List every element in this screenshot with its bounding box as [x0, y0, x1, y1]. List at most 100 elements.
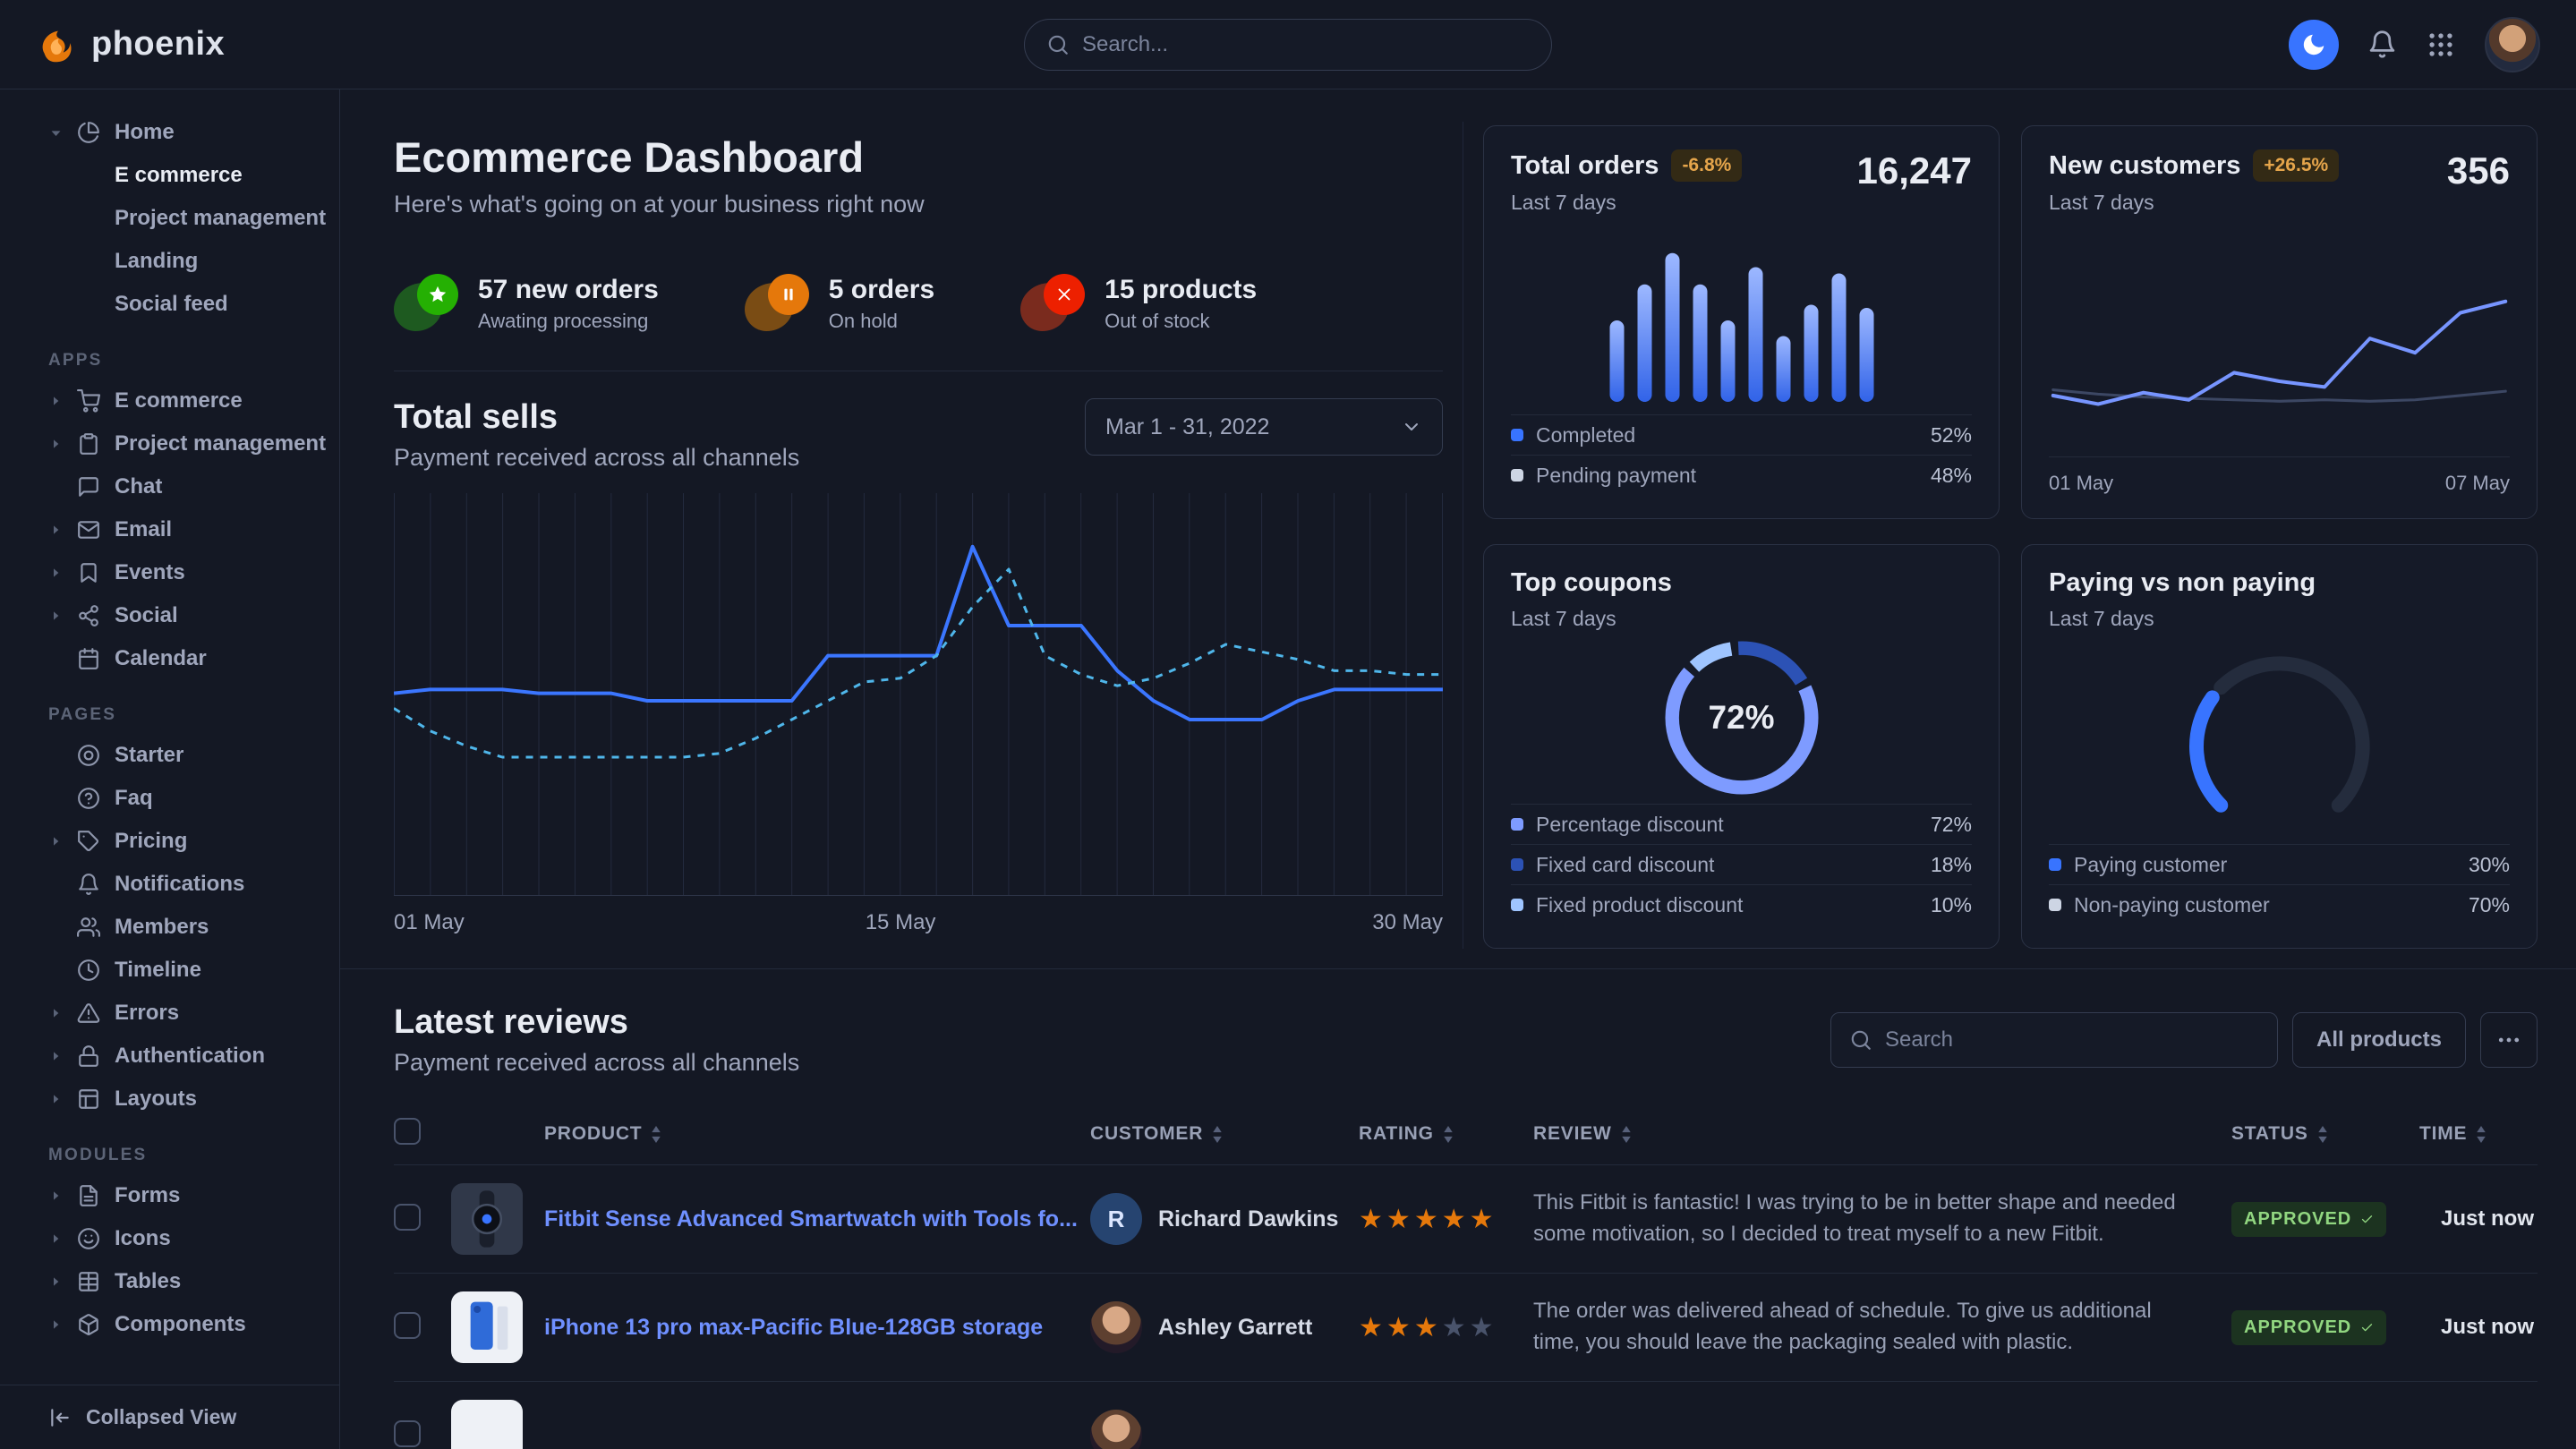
x-label-end: 30 May [1372, 910, 1443, 939]
column-header-product[interactable]: PRODUCT [544, 1123, 661, 1145]
column-header-review[interactable]: REVIEW [1533, 1123, 1632, 1145]
layout-icon [77, 1087, 100, 1111]
pie-icon [77, 121, 100, 144]
clipboard-icon [77, 432, 100, 456]
sidebar-item-tables[interactable]: Tables [0, 1260, 339, 1303]
legend-value: 70% [2469, 893, 2510, 917]
sidebar-item-social[interactable]: Social [0, 594, 339, 637]
total-orders-legend: Completed52% Pending payment 48% [1511, 414, 1972, 495]
star-badge-icon [394, 274, 458, 333]
product-link[interactable]: Fitbit Sense Advanced Smartwatch with To… [544, 1206, 1078, 1232]
total-orders-chart [1511, 215, 1972, 414]
pause-badge-icon [745, 274, 809, 333]
sidebar-item-authentication[interactable]: Authentication [0, 1035, 339, 1078]
column-header-customer[interactable]: CUSTOMER [1090, 1123, 1223, 1145]
sidebar-item-events[interactable]: Events [0, 551, 339, 594]
rating-stars: ★★★★★ [1359, 1204, 1533, 1235]
sidebar-item-icons[interactable]: Icons [0, 1217, 339, 1260]
sidebar-item-home-e-commerce[interactable]: E commerce [0, 154, 339, 197]
sidebar-item-starter[interactable]: Starter [0, 734, 339, 777]
sidebar-item-home-landing[interactable]: Landing [0, 240, 339, 283]
brand[interactable]: phoenix [36, 24, 225, 65]
legend-value: 48% [1931, 464, 1972, 488]
notifications-button[interactable] [2367, 30, 2397, 59]
caret-right-icon [48, 1006, 63, 1020]
product-link[interactable]: iPhone 13 pro max-Pacific Blue-128GB sto… [544, 1315, 1043, 1341]
sidebar-item-pricing[interactable]: Pricing [0, 820, 339, 863]
sidebar-item-notifications[interactable]: Notifications [0, 863, 339, 906]
x-label-mid: 15 May [866, 910, 936, 935]
sidebar-item-home-project-management[interactable]: Project management [0, 197, 339, 240]
sidebar-item-timeline[interactable]: Timeline [0, 949, 339, 992]
navbar-search-input[interactable] [1082, 32, 1530, 57]
date-range-select[interactable]: Mar 1 - 31, 2022 [1085, 398, 1443, 456]
sidebar-item-e-commerce[interactable]: E commerce [0, 379, 339, 422]
row-checkbox[interactable] [394, 1204, 421, 1231]
collapsed-view-toggle[interactable]: Collapsed View [0, 1385, 339, 1449]
sidebar-item-home-social-feed[interactable]: Social feed [0, 283, 339, 326]
legend-label: Pending payment [1536, 464, 1696, 488]
ellipsis-icon [2495, 1027, 2522, 1053]
page-subtitle: Here's what's going on at your business … [394, 191, 1443, 218]
column-header-status[interactable]: STATUS [2231, 1123, 2328, 1145]
sidebar-item-chat[interactable]: Chat [0, 465, 339, 508]
sidebar-item-layouts[interactable]: Layouts [0, 1078, 339, 1121]
row-checkbox[interactable] [394, 1312, 421, 1339]
reviews-search-input[interactable] [1885, 1027, 2259, 1053]
sidebar-item-members[interactable]: Members [0, 906, 339, 949]
sidebar-item-forms[interactable]: Forms [0, 1174, 339, 1217]
legend-label: Percentage discount [1536, 813, 1724, 837]
sidebar-section-title-pages: PAGES [48, 705, 339, 725]
date-range-value: Mar 1 - 31, 2022 [1105, 414, 1269, 440]
sidebar-item-faq[interactable]: Faq [0, 777, 339, 820]
legend-swatch [2049, 899, 2061, 911]
product-thumbnail [451, 1400, 523, 1449]
sidebar-item-email[interactable]: Email [0, 508, 339, 551]
legend-row: Completed52% [1511, 414, 1972, 455]
sidebar-item-calendar[interactable]: Calendar [0, 637, 339, 680]
row-checkbox[interactable] [394, 1420, 421, 1447]
users-icon [77, 916, 100, 939]
moon-icon [2300, 31, 2327, 58]
sidebar-item-errors[interactable]: Errors [0, 992, 339, 1035]
theme-toggle-button[interactable] [2289, 20, 2339, 70]
star-icon [428, 285, 448, 304]
paying-gauge-chart [2049, 631, 2510, 844]
file-icon [77, 1184, 100, 1207]
dashboard-left-column: Ecommerce Dashboard Here's what's going … [394, 122, 1443, 949]
sidebar-item-project-management[interactable]: Project management [0, 422, 339, 465]
select-all-checkbox[interactable] [394, 1118, 421, 1145]
legend-swatch [1511, 858, 1523, 871]
all-products-button[interactable]: All products [2292, 1012, 2466, 1068]
column-header-rating[interactable]: RATING [1359, 1123, 1454, 1145]
column-header-time[interactable]: TIME [2419, 1123, 2486, 1145]
sidebar-item-home[interactable]: Home [0, 111, 339, 154]
review-row: iPhone 13 pro max-Pacific Blue-128GB sto… [394, 1274, 2538, 1382]
collapse-icon [48, 1406, 72, 1429]
total-sells-title: Total sells [394, 398, 799, 437]
search-icon [1046, 33, 1070, 56]
user-avatar[interactable] [2485, 17, 2540, 72]
legend-label: Fixed product discount [1536, 893, 1743, 917]
navbar-search[interactable] [1024, 19, 1552, 71]
customer-name: Ashley Garrett [1158, 1315, 1312, 1341]
trend-badge: -6.8% [1671, 149, 1742, 182]
legend-row: Paying customer30% [2049, 844, 2510, 884]
sort-icon [2476, 1126, 2486, 1143]
reviews-search[interactable] [1830, 1012, 2278, 1068]
more-options-button[interactable] [2480, 1012, 2538, 1068]
apps-grid-button[interactable] [2426, 30, 2456, 60]
card-period: Last 7 days [1511, 191, 1742, 215]
sidebar-item-components[interactable]: Components [0, 1303, 339, 1346]
x-label-start: 01 May [2049, 472, 2113, 495]
trend-badge: +26.5% [2253, 149, 2339, 182]
reviews-subtitle: Payment received across all channels [394, 1049, 799, 1077]
stat-awating-processing: 57 new ordersAwating processing [394, 274, 659, 333]
total-orders-card: Total orders -6.8% Last 7 days 16,247 [1483, 125, 2000, 519]
table-icon [77, 1270, 100, 1293]
brand-name: phoenix [91, 25, 225, 64]
app-root: phoenix HomeE commerceProject management… [0, 0, 2576, 1449]
phoenix-logo-icon [36, 24, 77, 65]
new-customers-card: New customers +26.5% Last 7 days 356 [2021, 125, 2538, 519]
legend-value: 10% [1931, 893, 1972, 917]
